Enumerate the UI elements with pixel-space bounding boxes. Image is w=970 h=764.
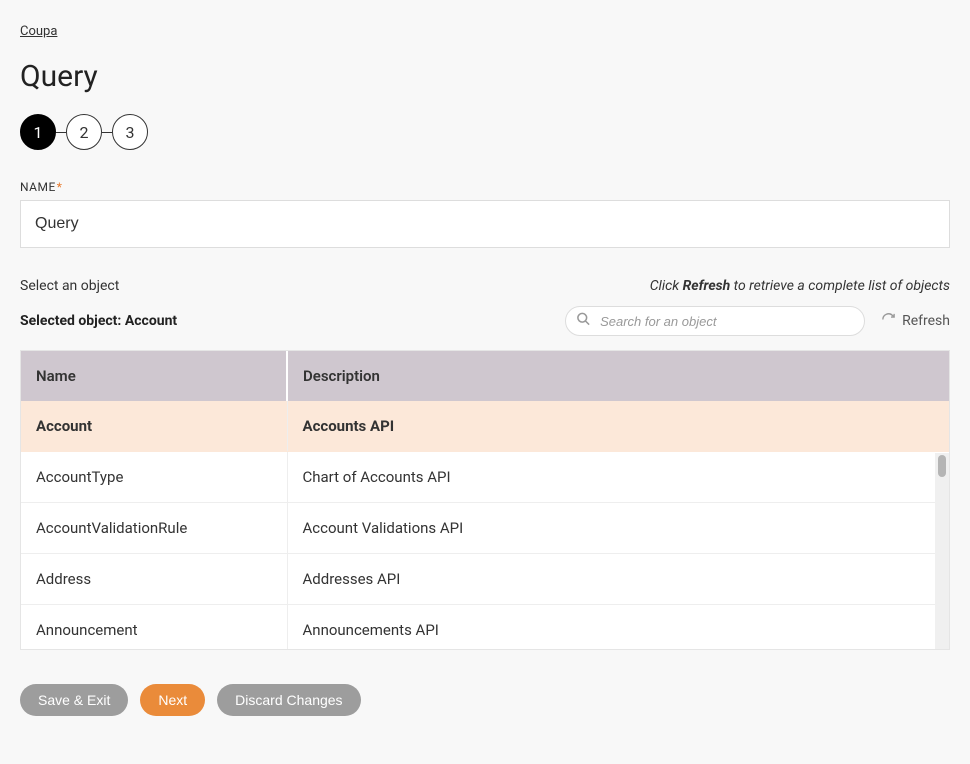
cell-description: Addresses API xyxy=(287,554,949,605)
cell-name: Announcement xyxy=(21,605,287,650)
step-indicator: 123 xyxy=(20,114,950,150)
hint-suffix: to retrieve a complete list of objects xyxy=(730,278,950,294)
selected-object-label: Selected object: Account xyxy=(20,313,177,329)
page-title: Query xyxy=(20,59,950,94)
step-3[interactable]: 3 xyxy=(112,114,148,150)
refresh-icon xyxy=(881,312,896,331)
search-wrap xyxy=(565,306,865,336)
table-row[interactable]: AddressAddresses API xyxy=(21,554,949,605)
table-row[interactable]: AccountValidationRuleAccount Validations… xyxy=(21,503,949,554)
refresh-button[interactable]: Refresh xyxy=(881,312,950,331)
cell-description: Chart of Accounts API xyxy=(287,452,949,503)
step-connector xyxy=(56,132,66,133)
select-object-label: Select an object xyxy=(20,278,119,294)
table-header-description: Description xyxy=(287,351,949,401)
cell-description: Announcements API xyxy=(287,605,949,650)
step-2[interactable]: 2 xyxy=(66,114,102,150)
name-input[interactable] xyxy=(20,200,950,248)
name-field-group: NAME* xyxy=(20,180,950,248)
required-marker: * xyxy=(57,180,63,194)
name-field-label: NAME* xyxy=(20,180,950,194)
next-button[interactable]: Next xyxy=(140,684,205,716)
footer-buttons: Save & Exit Next Discard Changes xyxy=(20,684,950,716)
table-header-row: Name Description xyxy=(21,351,949,401)
name-label-text: NAME xyxy=(20,180,56,194)
cell-name: Address xyxy=(21,554,287,605)
search-icon xyxy=(576,312,591,331)
object-section: Select an object Click Refresh to retrie… xyxy=(20,278,950,650)
table-row[interactable]: AccountTypeChart of Accounts API xyxy=(21,452,949,503)
breadcrumb[interactable]: Coupa xyxy=(20,24,57,39)
discard-button[interactable]: Discard Changes xyxy=(217,684,360,716)
object-table: Name Description xyxy=(21,351,949,401)
table-row[interactable]: AccountAccounts API xyxy=(21,401,949,452)
refresh-hint: Click Refresh to retrieve a complete lis… xyxy=(650,278,950,294)
object-table-body: AccountAccounts APIAccountTypeChart of A… xyxy=(21,401,949,649)
hint-bold: Refresh xyxy=(683,278,731,294)
table-header-name: Name xyxy=(21,351,287,401)
hint-prefix: Click xyxy=(650,278,683,294)
table-scrollbar[interactable] xyxy=(935,453,949,649)
cell-description: Account Validations API xyxy=(287,503,949,554)
cell-name: Account xyxy=(21,401,287,452)
refresh-label: Refresh xyxy=(902,313,950,329)
object-table-wrap: Name Description AccountAccounts APIAcco… xyxy=(20,350,950,650)
step-connector xyxy=(102,132,112,133)
save-exit-button[interactable]: Save & Exit xyxy=(20,684,128,716)
table-row[interactable]: AnnouncementAnnouncements API xyxy=(21,605,949,650)
cell-name: AccountValidationRule xyxy=(21,503,287,554)
scroll-thumb[interactable] xyxy=(938,455,946,477)
search-input[interactable] xyxy=(600,314,852,329)
step-1[interactable]: 1 xyxy=(20,114,56,150)
cell-name: AccountType xyxy=(21,452,287,503)
cell-description: Accounts API xyxy=(287,401,949,452)
